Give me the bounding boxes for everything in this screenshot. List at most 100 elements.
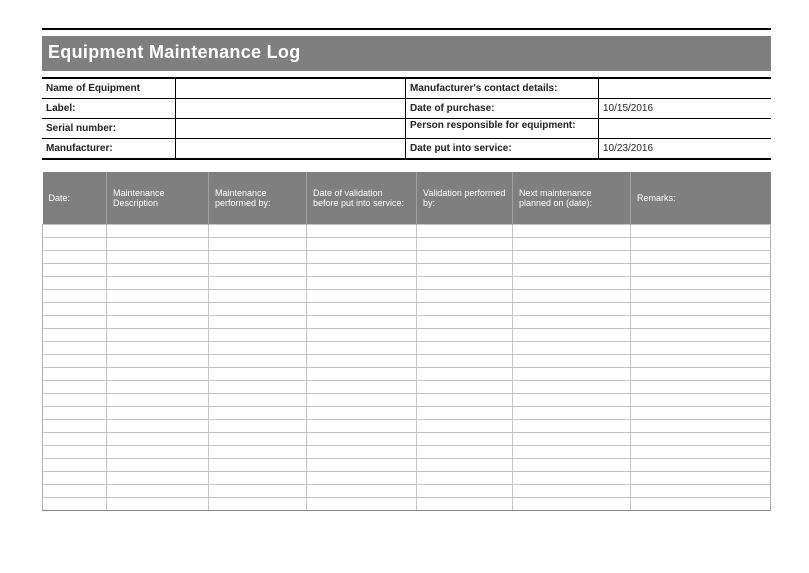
col-header-remarks: Remarks:	[631, 172, 771, 224]
table-cell	[417, 367, 513, 380]
table-cell	[417, 471, 513, 484]
table-cell	[43, 497, 107, 510]
label-person-responsible: Person responsible for equipment:	[406, 119, 599, 138]
table-cell	[43, 380, 107, 393]
table-row	[43, 289, 771, 302]
table-cell	[107, 224, 209, 237]
table-cell	[107, 497, 209, 510]
table-cell	[513, 419, 631, 432]
maintenance-log-table: Date: Maintenance Description Maintenanc…	[42, 172, 771, 511]
table-cell	[307, 406, 417, 419]
table-cell	[513, 367, 631, 380]
table-cell	[417, 263, 513, 276]
table-cell	[43, 315, 107, 328]
table-cell	[209, 432, 307, 445]
table-cell	[107, 315, 209, 328]
table-cell	[631, 341, 771, 354]
table-cell	[107, 354, 209, 367]
table-cell	[631, 406, 771, 419]
table-cell	[107, 445, 209, 458]
table-cell	[107, 432, 209, 445]
table-cell	[307, 445, 417, 458]
table-cell	[307, 237, 417, 250]
table-row	[43, 263, 771, 276]
table-cell	[107, 276, 209, 289]
table-cell	[43, 406, 107, 419]
table-cell	[209, 341, 307, 354]
table-row	[43, 497, 771, 510]
table-cell	[43, 445, 107, 458]
table-cell	[209, 497, 307, 510]
table-cell	[417, 445, 513, 458]
table-cell	[631, 263, 771, 276]
table-cell	[209, 419, 307, 432]
table-cell	[631, 302, 771, 315]
table-cell	[307, 380, 417, 393]
table-cell	[209, 263, 307, 276]
table-cell	[209, 406, 307, 419]
table-cell	[307, 250, 417, 263]
value-person-responsible	[599, 119, 771, 138]
table-cell	[307, 419, 417, 432]
table-cell	[209, 471, 307, 484]
table-cell	[513, 484, 631, 497]
table-cell	[307, 341, 417, 354]
table-cell	[307, 393, 417, 406]
col-header-validation-performed-by: Validation performed by:	[417, 172, 513, 224]
table-cell	[417, 315, 513, 328]
table-cell	[631, 354, 771, 367]
table-cell	[417, 484, 513, 497]
table-cell	[107, 289, 209, 302]
table-cell	[513, 328, 631, 341]
table-cell	[209, 367, 307, 380]
equipment-info-block: Name of Equipment Manufacturer's contact…	[42, 77, 771, 160]
table-cell	[417, 250, 513, 263]
table-cell	[513, 458, 631, 471]
table-row	[43, 341, 771, 354]
value-manufacturer-contact	[599, 79, 771, 98]
table-cell	[209, 445, 307, 458]
table-cell	[307, 224, 417, 237]
table-cell	[209, 354, 307, 367]
table-cell	[307, 263, 417, 276]
table-cell	[43, 224, 107, 237]
table-cell	[513, 445, 631, 458]
table-row	[43, 380, 771, 393]
table-cell	[417, 458, 513, 471]
info-row-serial: Serial number: Person responsible for eq…	[42, 119, 771, 139]
table-cell	[107, 484, 209, 497]
table-cell	[631, 484, 771, 497]
table-cell	[631, 289, 771, 302]
label-manufacturer-contact: Manufacturer's contact details:	[406, 79, 599, 98]
table-cell	[209, 237, 307, 250]
table-cell	[631, 393, 771, 406]
col-header-next-maintenance: Next maintenance planned on (date):	[513, 172, 631, 224]
document-title: Equipment Maintenance Log	[42, 36, 771, 71]
value-serial-number	[176, 119, 406, 138]
table-cell	[307, 302, 417, 315]
table-cell	[43, 458, 107, 471]
table-row	[43, 315, 771, 328]
table-cell	[513, 276, 631, 289]
table-cell	[43, 484, 107, 497]
table-cell	[43, 289, 107, 302]
table-cell	[417, 419, 513, 432]
value-name-of-equipment	[176, 79, 406, 98]
table-cell	[417, 354, 513, 367]
table-cell	[307, 497, 417, 510]
table-cell	[631, 458, 771, 471]
label-label: Label:	[42, 99, 176, 118]
table-cell	[307, 432, 417, 445]
table-cell	[513, 250, 631, 263]
col-header-date-of-validation: Date of validation before put into servi…	[307, 172, 417, 224]
table-cell	[209, 458, 307, 471]
table-row	[43, 406, 771, 419]
table-cell	[631, 367, 771, 380]
table-row	[43, 484, 771, 497]
table-cell	[307, 471, 417, 484]
table-cell	[513, 341, 631, 354]
spacer	[42, 160, 771, 172]
table-row	[43, 419, 771, 432]
table-cell	[417, 276, 513, 289]
table-cell	[43, 237, 107, 250]
